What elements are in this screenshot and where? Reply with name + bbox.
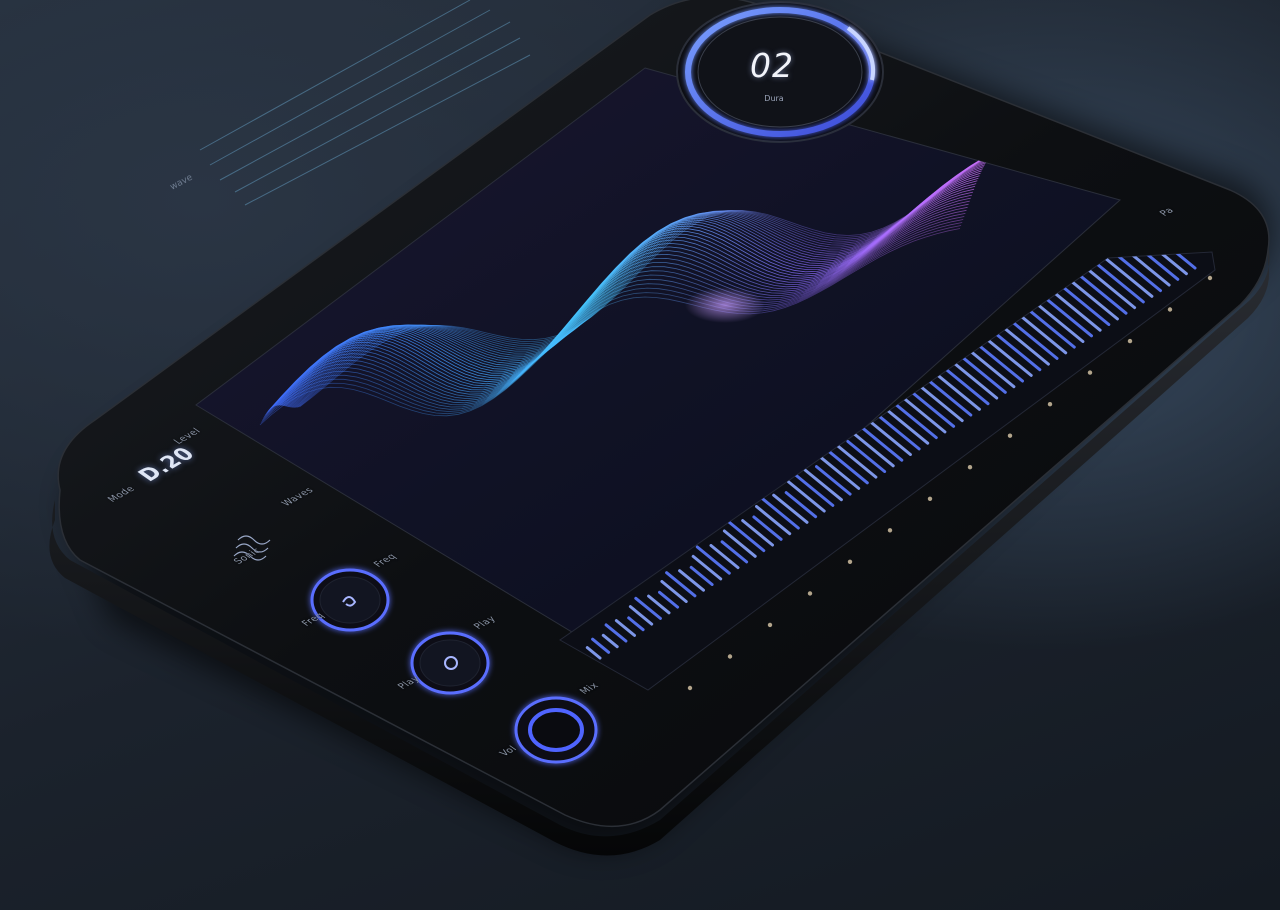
axis-tick: [1087, 370, 1093, 375]
swirl-button[interactable]: [412, 633, 488, 693]
timer-unit: Dura: [764, 94, 784, 103]
axis-tick: [927, 496, 933, 501]
axis-tick: [1127, 338, 1133, 344]
axis-tick: [847, 559, 853, 564]
axis-tick: [1007, 433, 1013, 438]
axis-tick: [967, 465, 973, 470]
spiral-button[interactable]: [312, 570, 388, 630]
axis-tick: [887, 528, 893, 533]
axis-tick: [687, 685, 693, 691]
axis-tick: [767, 622, 773, 628]
scene: wave 02 Dura D.20 Level Mode Pa Waves So…: [0, 0, 1280, 910]
timer-value: 02: [750, 46, 794, 85]
streak-caption: wave: [169, 172, 195, 192]
ring-button[interactable]: [516, 698, 596, 762]
axis-tick: [1207, 275, 1213, 281]
axis-tick: [807, 591, 813, 596]
axis-tick: [1167, 307, 1173, 312]
axis-tick: [727, 654, 733, 659]
axis-tick: [1047, 402, 1053, 407]
wave-glow: [685, 287, 765, 323]
